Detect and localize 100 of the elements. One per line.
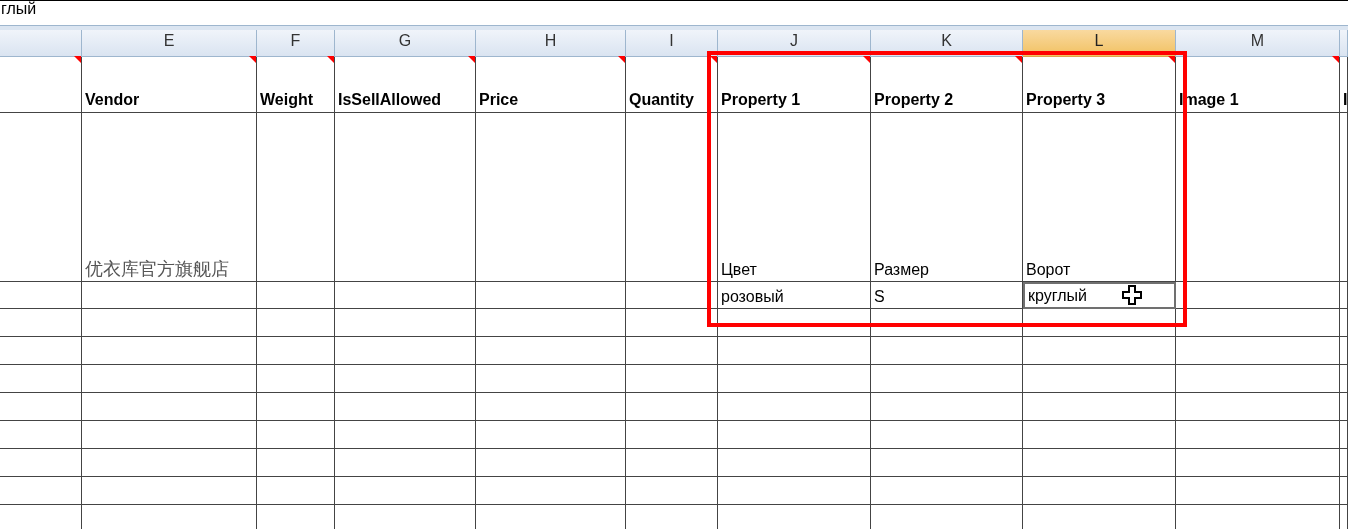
table-cell[interactable] [1023, 477, 1176, 505]
table-cell[interactable] [626, 282, 718, 309]
table-cell[interactable] [1176, 477, 1340, 505]
table-cell[interactable]: Цвет [718, 113, 871, 282]
table-cell[interactable] [257, 309, 335, 337]
table-cell[interactable] [1023, 393, 1176, 421]
column-header[interactable]: H [476, 30, 626, 57]
table-cell[interactable] [1176, 337, 1340, 365]
table-cell[interactable] [871, 449, 1023, 477]
table-cell[interactable] [718, 449, 871, 477]
table-cell[interactable] [626, 337, 718, 365]
table-cell[interactable] [0, 309, 82, 337]
table-cell[interactable] [1176, 393, 1340, 421]
table-cell[interactable] [0, 337, 82, 365]
header-cell[interactable]: Weight [257, 57, 335, 113]
table-cell[interactable] [335, 449, 476, 477]
header-cell[interactable]: Property 2 [871, 57, 1023, 113]
table-cell[interactable] [1340, 113, 1348, 282]
table-cell[interactable] [476, 113, 626, 282]
table-cell[interactable] [1340, 337, 1348, 365]
table-cell[interactable] [1340, 393, 1348, 421]
table-cell[interactable] [1340, 449, 1348, 477]
table-cell[interactable] [718, 337, 871, 365]
table-cell[interactable] [335, 113, 476, 282]
table-cell[interactable] [82, 421, 257, 449]
formula-bar[interactable]: глый [0, 0, 1348, 26]
table-cell[interactable] [1176, 421, 1340, 449]
table-cell[interactable] [476, 309, 626, 337]
table-cell[interactable] [335, 309, 476, 337]
table-cell[interactable] [626, 421, 718, 449]
table-cell[interactable] [257, 393, 335, 421]
table-cell[interactable] [476, 337, 626, 365]
table-cell[interactable] [0, 113, 82, 282]
column-header[interactable]: F [257, 30, 335, 57]
table-cell[interactable] [626, 449, 718, 477]
table-cell[interactable] [257, 113, 335, 282]
table-cell[interactable] [1176, 113, 1340, 282]
header-cell[interactable]: Quantity [626, 57, 718, 113]
table-cell[interactable] [718, 393, 871, 421]
table-cell[interactable] [82, 477, 257, 505]
table-cell[interactable] [1340, 309, 1348, 337]
table-cell[interactable] [1023, 337, 1176, 365]
header-cell[interactable]: Property 3 [1023, 57, 1176, 113]
table-cell[interactable] [0, 421, 82, 449]
table-cell[interactable] [476, 421, 626, 449]
header-cell[interactable]: Vendor [82, 57, 257, 113]
table-cell[interactable] [1176, 282, 1340, 309]
table-cell[interactable] [335, 337, 476, 365]
header-cell[interactable] [0, 57, 82, 113]
column-header[interactable]: E [82, 30, 257, 57]
table-cell[interactable] [476, 477, 626, 505]
table-cell[interactable] [1023, 309, 1176, 337]
table-cell[interactable] [871, 393, 1023, 421]
table-cell[interactable]: розовый [718, 282, 871, 309]
table-cell[interactable]: Размер [871, 113, 1023, 282]
table-cell[interactable] [0, 477, 82, 505]
table-cell[interactable] [1176, 365, 1340, 393]
table-cell[interactable] [257, 449, 335, 477]
table-cell[interactable] [335, 421, 476, 449]
table-cell[interactable]: Ворот [1023, 113, 1176, 282]
table-cell[interactable] [0, 282, 82, 309]
table-cell[interactable] [1340, 477, 1348, 505]
column-header[interactable]: I [626, 30, 718, 57]
table-cell[interactable] [718, 421, 871, 449]
table-cell[interactable] [871, 337, 1023, 365]
table-cell[interactable] [626, 477, 718, 505]
table-cell[interactable] [82, 309, 257, 337]
table-cell[interactable] [82, 282, 257, 309]
table-cell[interactable] [257, 365, 335, 393]
table-cell[interactable] [1176, 309, 1340, 337]
table-cell[interactable] [871, 477, 1023, 505]
table-cell[interactable]: 优衣库官方旗舰店 [82, 113, 257, 282]
table-cell[interactable] [476, 365, 626, 393]
table-cell[interactable] [871, 309, 1023, 337]
table-cell[interactable] [82, 393, 257, 421]
table-cell[interactable] [1340, 421, 1348, 449]
table-cell[interactable] [1023, 365, 1176, 393]
table-cell[interactable] [257, 337, 335, 365]
table-cell[interactable] [1023, 421, 1176, 449]
table-cell[interactable] [82, 365, 257, 393]
table-cell[interactable] [335, 477, 476, 505]
table-cell[interactable] [1176, 449, 1340, 477]
table-cell[interactable] [335, 365, 476, 393]
table-cell[interactable]: S [871, 282, 1023, 309]
table-cell[interactable] [626, 309, 718, 337]
header-cell[interactable]: I [1340, 57, 1348, 113]
header-cell[interactable]: IsSellAllowed [335, 57, 476, 113]
column-header[interactable]: G [335, 30, 476, 57]
table-cell[interactable] [257, 477, 335, 505]
table-cell[interactable] [257, 421, 335, 449]
table-cell[interactable] [1340, 365, 1348, 393]
table-cell[interactable] [718, 477, 871, 505]
table-cell[interactable] [0, 365, 82, 393]
selected-cell[interactable]: круглый [1023, 282, 1176, 309]
table-cell[interactable] [257, 282, 335, 309]
table-cell[interactable] [1340, 282, 1348, 309]
table-cell[interactable] [335, 282, 476, 309]
table-cell[interactable] [1023, 449, 1176, 477]
table-cell[interactable] [476, 393, 626, 421]
table-cell[interactable] [871, 421, 1023, 449]
